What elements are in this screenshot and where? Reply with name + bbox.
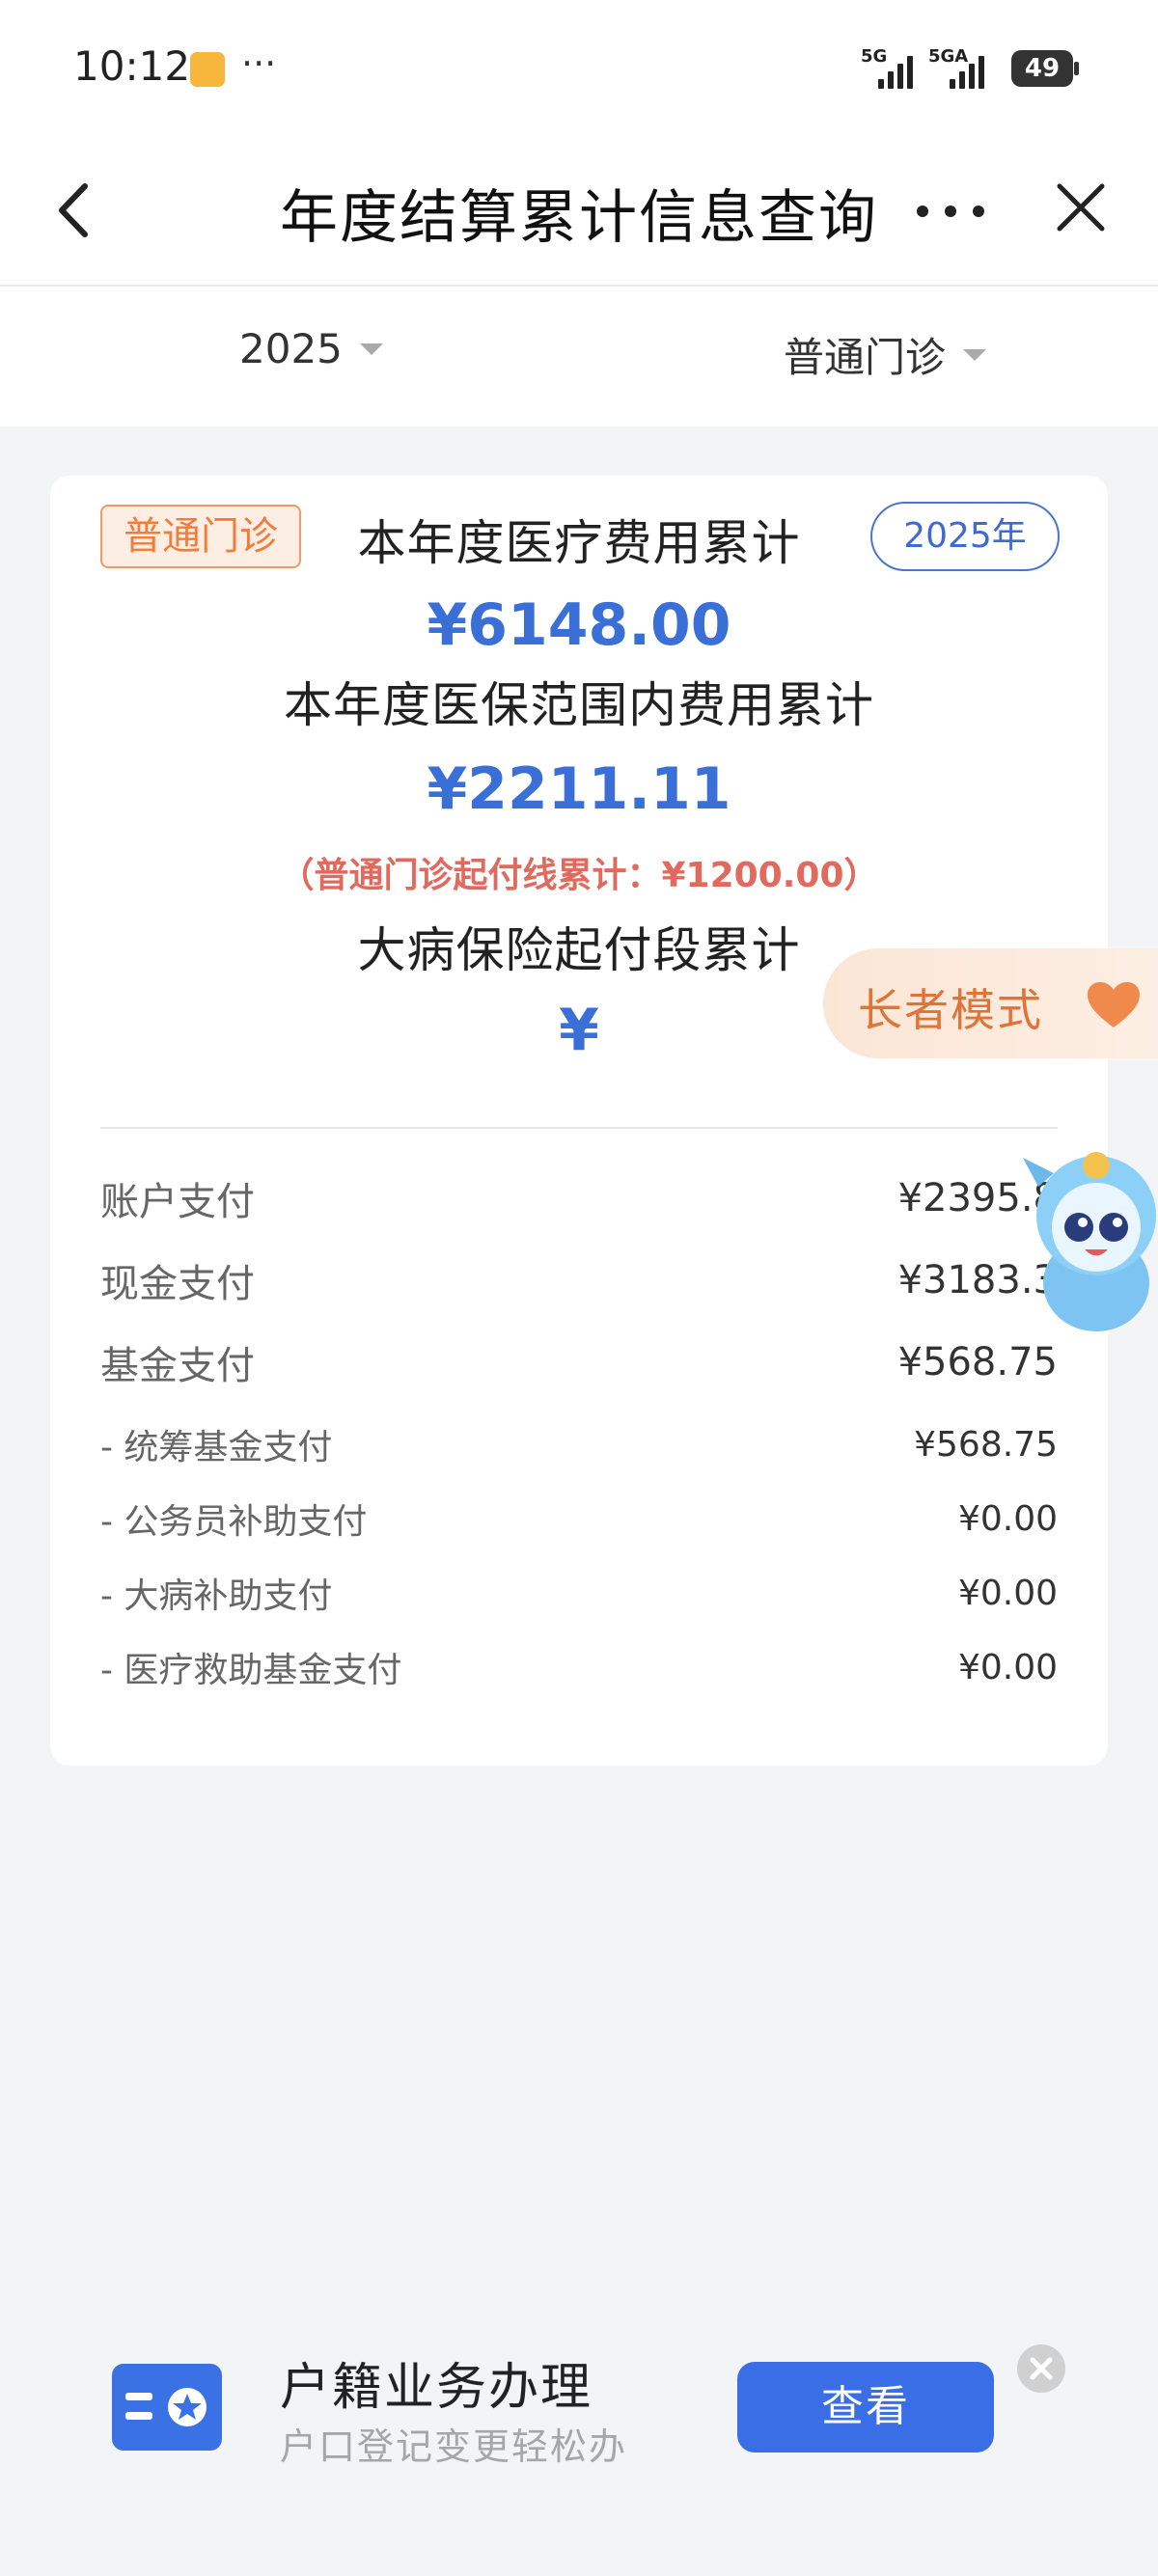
- fund-sub-row: - 公务员补助支付 ¥0.00: [100, 1494, 1058, 1544]
- heart-icon: [1086, 981, 1142, 1029]
- year-filter[interactable]: 2025: [239, 325, 383, 372]
- row-value: ¥0.00: [957, 1647, 1058, 1687]
- insured-cost-label: 本年度医保范围内费用累计: [284, 677, 874, 733]
- row-label: 基金支付: [100, 1344, 255, 1388]
- row-value: ¥568.75: [914, 1424, 1058, 1465]
- row-value: ¥0.00: [957, 1498, 1058, 1539]
- promo-banner[interactable]: 户籍业务办理 户口登记变更轻松办 查看: [60, 2325, 1098, 2494]
- signal-5g-icon: 5G: [861, 46, 924, 89]
- row-label: - 大病补助支付: [100, 1576, 333, 1616]
- payment-row: 现金支付 ¥3183.3: [100, 1252, 1058, 1308]
- fund-sub-row: - 大病补助支付 ¥0.00: [100, 1568, 1058, 1618]
- insured-cost-value: ¥2211.11: [427, 755, 731, 823]
- banner-subtitle: 户口登记变更轻松办: [280, 2425, 628, 2468]
- battery-level: 49: [1024, 54, 1061, 83]
- row-label: 现金支付: [100, 1262, 255, 1306]
- total-cost-value: ¥6148.00: [427, 591, 731, 659]
- row-label: - 公务员补助支付: [100, 1502, 368, 1542]
- page-title: 年度结算累计信息查询: [280, 184, 878, 252]
- signal-5ga-icon: 5GA: [928, 46, 998, 89]
- more-icon[interactable]: [917, 192, 984, 231]
- payment-row: 基金支付 ¥568.75: [100, 1334, 1058, 1390]
- fund-sub-row: - 统筹基金支付 ¥568.75: [100, 1419, 1058, 1469]
- caret-down-icon: [359, 343, 383, 355]
- id-card-icon: [112, 2364, 222, 2451]
- mascot-assistant-icon[interactable]: [1019, 1138, 1158, 1341]
- category-filter[interactable]: 普通门诊: [784, 325, 987, 384]
- fund-sub-row: - 医疗救助基金支付 ¥0.00: [100, 1642, 1058, 1692]
- row-label: - 医疗救助基金支付: [100, 1651, 402, 1690]
- category-filter-label: 普通门诊: [784, 334, 947, 381]
- payment-row: 账户支付 ¥2395.8: [100, 1170, 1058, 1226]
- row-label: 账户支付: [100, 1180, 255, 1224]
- banner-title: 户籍业务办理: [280, 2359, 593, 2417]
- senior-mode-button[interactable]: 长者模式: [823, 948, 1158, 1058]
- row-value: ¥0.00: [957, 1573, 1058, 1613]
- status-bar: 10:12 ··· 5G 5GA 49: [0, 0, 1158, 140]
- status-dots: ···: [241, 42, 277, 85]
- caret-down-icon: [963, 348, 987, 361]
- battery-icon: 49: [1011, 50, 1079, 87]
- senior-mode-label: 长者模式: [858, 984, 1043, 1036]
- status-time: 10:12: [73, 42, 191, 90]
- year-badge: 2025年: [870, 502, 1060, 571]
- year-filter-label: 2025: [239, 325, 343, 372]
- close-circle-icon[interactable]: [1017, 2344, 1065, 2393]
- view-button[interactable]: 查看: [737, 2362, 994, 2453]
- close-icon[interactable]: [1052, 178, 1110, 236]
- nav-bar: 年度结算累计信息查询: [0, 140, 1158, 287]
- note-icon: [190, 52, 225, 87]
- filter-bar: 2025 普通门诊: [0, 287, 1158, 426]
- threshold-note: （普通门诊起付线累计：¥1200.00）: [279, 856, 879, 895]
- divider: [100, 1127, 1058, 1129]
- row-value: ¥568.75: [897, 1340, 1058, 1384]
- summary-card: 普通门诊 本年度医疗费用累计 2025年 ¥6148.00 本年度医保范围内费用…: [50, 476, 1108, 1766]
- row-label: - 统筹基金支付: [100, 1428, 333, 1467]
